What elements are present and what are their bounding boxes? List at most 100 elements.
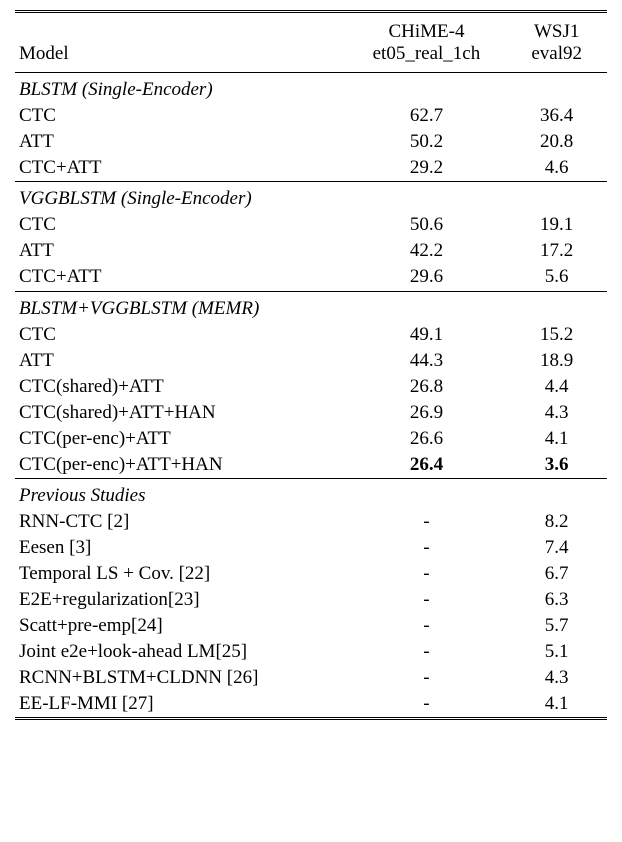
cell-model: CTC(shared)+ATT+HAN bbox=[15, 400, 347, 426]
cell-chime: 29.2 bbox=[347, 155, 507, 181]
section-header: Previous Studies bbox=[15, 479, 607, 510]
cell-chime: 26.8 bbox=[347, 374, 507, 400]
cell-wsj: 19.1 bbox=[506, 212, 607, 238]
table-row: CTC(per-enc)+ATT+HAN26.43.6 bbox=[15, 452, 607, 478]
table-row: CTC49.115.2 bbox=[15, 322, 607, 348]
cell-wsj: 15.2 bbox=[506, 322, 607, 348]
table-row: RNN-CTC [2]-8.2 bbox=[15, 509, 607, 535]
table-row: CTC50.619.1 bbox=[15, 212, 607, 238]
results-table: Model CHiME-4 et05_real_1ch WSJ1 eval92 … bbox=[15, 10, 607, 720]
cell-model: CTC bbox=[15, 212, 347, 238]
header-wsj-cell: WSJ1 eval92 bbox=[506, 12, 607, 72]
cell-chime: 42.2 bbox=[347, 238, 507, 264]
cell-model: CTC+ATT bbox=[15, 264, 347, 290]
cell-chime: - bbox=[347, 587, 507, 613]
cell-model: RCNN+BLSTM+CLDNN [26] bbox=[15, 665, 347, 691]
cell-wsj: 4.1 bbox=[506, 426, 607, 452]
cell-model: CTC bbox=[15, 322, 347, 348]
table-row: Temporal LS + Cov. [22]-6.7 bbox=[15, 561, 607, 587]
table-row: Scatt+pre-emp[24]-5.7 bbox=[15, 613, 607, 639]
cell-wsj: 5.1 bbox=[506, 639, 607, 665]
cell-wsj: 4.4 bbox=[506, 374, 607, 400]
cell-chime: 26.4 bbox=[347, 452, 507, 478]
header-chime-line2: et05_real_1ch bbox=[373, 43, 481, 64]
cell-model: Scatt+pre-emp[24] bbox=[15, 613, 347, 639]
cell-model: ATT bbox=[15, 129, 347, 155]
section-title: VGGBLSTM (Single-Encoder) bbox=[15, 182, 607, 213]
cell-wsj: 6.3 bbox=[506, 587, 607, 613]
cell-model: CTC bbox=[15, 103, 347, 129]
cell-chime: - bbox=[347, 535, 507, 561]
table-row: ATT42.217.2 bbox=[15, 238, 607, 264]
section-title: BLSTM+VGGBLSTM (MEMR) bbox=[15, 291, 607, 322]
cell-wsj: 17.2 bbox=[506, 238, 607, 264]
cell-wsj: 4.6 bbox=[506, 155, 607, 181]
cell-wsj: 5.7 bbox=[506, 613, 607, 639]
cell-chime: 50.6 bbox=[347, 212, 507, 238]
section-title: Previous Studies bbox=[15, 479, 607, 510]
table-row: CTC(shared)+ATT26.84.4 bbox=[15, 374, 607, 400]
cell-chime: 29.6 bbox=[347, 264, 507, 290]
cell-wsj: 7.4 bbox=[506, 535, 607, 561]
table-row: EE-LF-MMI [27]-4.1 bbox=[15, 691, 607, 717]
cell-chime: 26.9 bbox=[347, 400, 507, 426]
section-header: BLSTM (Single-Encoder) bbox=[15, 72, 607, 103]
header-wsj-line2: eval92 bbox=[531, 43, 582, 64]
cell-chime: 49.1 bbox=[347, 322, 507, 348]
table-body: BLSTM (Single-Encoder)CTC62.736.4ATT50.2… bbox=[15, 72, 607, 719]
table-row: Joint e2e+look-ahead LM[25]-5.1 bbox=[15, 639, 607, 665]
cell-wsj: 5.6 bbox=[506, 264, 607, 290]
table-row: E2E+regularization[23]-6.3 bbox=[15, 587, 607, 613]
header-model-cell: Model bbox=[15, 12, 347, 72]
table-row: CTC+ATT29.24.6 bbox=[15, 155, 607, 181]
cell-model: CTC(per-enc)+ATT+HAN bbox=[15, 452, 347, 478]
cell-chime: - bbox=[347, 613, 507, 639]
cell-wsj: 6.7 bbox=[506, 561, 607, 587]
cell-chime: - bbox=[347, 665, 507, 691]
cell-wsj: 4.3 bbox=[506, 400, 607, 426]
cell-chime: 50.2 bbox=[347, 129, 507, 155]
cell-chime: 62.7 bbox=[347, 103, 507, 129]
section-header: VGGBLSTM (Single-Encoder) bbox=[15, 182, 607, 213]
cell-wsj: 18.9 bbox=[506, 348, 607, 374]
cell-model: CTC(per-enc)+ATT bbox=[15, 426, 347, 452]
table-row: ATT44.318.9 bbox=[15, 348, 607, 374]
cell-model: Joint e2e+look-ahead LM[25] bbox=[15, 639, 347, 665]
header-model-label: Model bbox=[19, 43, 69, 64]
cell-model: E2E+regularization[23] bbox=[15, 587, 347, 613]
cell-wsj: 20.8 bbox=[506, 129, 607, 155]
table-row: RCNN+BLSTM+CLDNN [26]-4.3 bbox=[15, 665, 607, 691]
cell-model: ATT bbox=[15, 348, 347, 374]
cell-chime: - bbox=[347, 691, 507, 717]
cell-chime: - bbox=[347, 509, 507, 535]
header-wsj-line1: WSJ1 bbox=[534, 21, 579, 42]
cell-wsj: 4.3 bbox=[506, 665, 607, 691]
cell-chime: 44.3 bbox=[347, 348, 507, 374]
table-row: CTC(shared)+ATT+HAN26.94.3 bbox=[15, 400, 607, 426]
cell-wsj: 3.6 bbox=[506, 452, 607, 478]
cell-wsj: 4.1 bbox=[506, 691, 607, 717]
header-chime-cell: CHiME-4 et05_real_1ch bbox=[347, 12, 507, 72]
table-row: CTC(per-enc)+ATT26.64.1 bbox=[15, 426, 607, 452]
table-row: Eesen [3]-7.4 bbox=[15, 535, 607, 561]
table-row: ATT50.220.8 bbox=[15, 129, 607, 155]
section-header: BLSTM+VGGBLSTM (MEMR) bbox=[15, 291, 607, 322]
header-chime-line1: CHiME-4 bbox=[388, 21, 464, 42]
cell-chime: - bbox=[347, 639, 507, 665]
table-header-row: Model CHiME-4 et05_real_1ch WSJ1 eval92 bbox=[15, 12, 607, 72]
cell-chime: 26.6 bbox=[347, 426, 507, 452]
cell-model: Temporal LS + Cov. [22] bbox=[15, 561, 347, 587]
cell-model: EE-LF-MMI [27] bbox=[15, 691, 347, 717]
table-row: CTC+ATT29.65.6 bbox=[15, 264, 607, 290]
cell-wsj: 36.4 bbox=[506, 103, 607, 129]
cell-model: RNN-CTC [2] bbox=[15, 509, 347, 535]
cell-model: CTC(shared)+ATT bbox=[15, 374, 347, 400]
cell-model: Eesen [3] bbox=[15, 535, 347, 561]
cell-model: ATT bbox=[15, 238, 347, 264]
cell-chime: - bbox=[347, 561, 507, 587]
rule bbox=[15, 717, 607, 719]
table-row: CTC62.736.4 bbox=[15, 103, 607, 129]
cell-wsj: 8.2 bbox=[506, 509, 607, 535]
cell-model: CTC+ATT bbox=[15, 155, 347, 181]
section-title: BLSTM (Single-Encoder) bbox=[15, 72, 607, 103]
